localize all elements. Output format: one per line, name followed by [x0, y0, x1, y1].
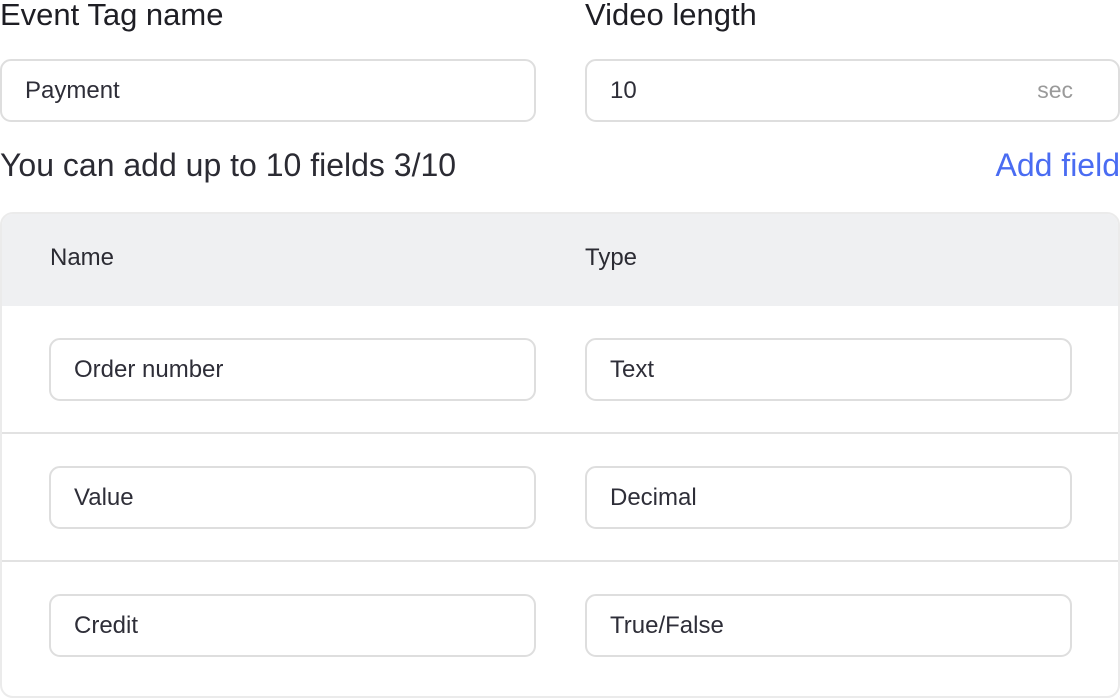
field-type-select[interactable]: Decimal [585, 466, 1072, 529]
table-row: Order number Text [2, 306, 1118, 434]
event-tag-name-value: Payment [25, 77, 120, 104]
video-length-label: Video length [585, 0, 757, 32]
add-field-button[interactable]: Add field [995, 147, 1120, 184]
field-name-value: Order number [74, 356, 224, 383]
field-type-select[interactable]: Text [585, 338, 1072, 401]
event-tag-name-label: Event Tag name [0, 0, 224, 32]
fields-limit-text: You can add up to 10 fields 3/10 [0, 147, 457, 183]
field-name-value: Credit [74, 612, 139, 639]
field-name-value: Value [74, 484, 134, 511]
field-type-value: Text [610, 356, 655, 383]
table-row: Credit True/False [2, 562, 1118, 690]
video-length-unit: sec [1037, 77, 1073, 103]
field-name-input[interactable]: Order number [49, 338, 536, 401]
column-header-type: Type [585, 244, 638, 271]
table-row: Value Decimal [2, 434, 1118, 562]
field-name-input[interactable]: Credit [49, 594, 536, 657]
field-type-select[interactable]: True/False [585, 594, 1072, 657]
video-length-value: 10 [610, 77, 637, 104]
fields-table: Name Type Order number Text Value Decima… [0, 212, 1120, 698]
event-tag-name-input[interactable]: Payment [0, 59, 536, 122]
video-length-input[interactable]: 10 sec [585, 59, 1120, 122]
table-header: Name Type [2, 214, 1118, 306]
column-header-name: Name [50, 244, 115, 271]
field-type-value: True/False [610, 612, 724, 639]
field-name-input[interactable]: Value [49, 466, 536, 529]
field-type-value: Decimal [610, 484, 697, 511]
